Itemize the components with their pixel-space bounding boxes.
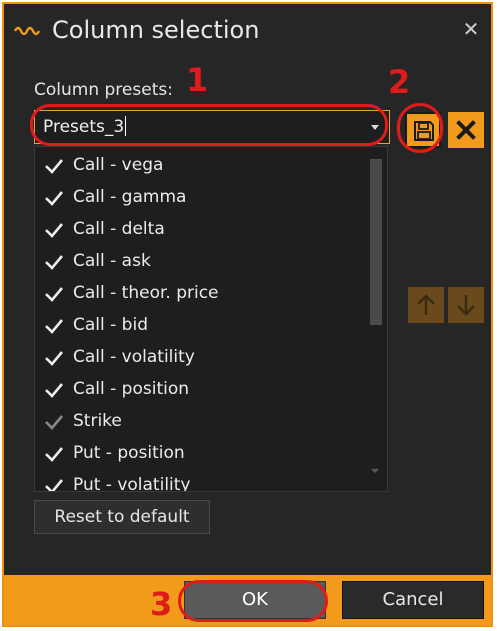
checkmark-icon[interactable] — [44, 189, 64, 207]
checkmark-icon[interactable] — [44, 381, 64, 399]
column-list-item[interactable]: Call - ask — [35, 245, 365, 277]
annotation-number-1: 1 — [186, 61, 209, 99]
checkmark-icon[interactable] — [44, 221, 64, 239]
column-label: Call - ask — [73, 251, 151, 271]
column-label: Strike — [73, 411, 122, 431]
checkmark-icon[interactable] — [44, 477, 64, 492]
checkmark-icon[interactable] — [44, 253, 64, 271]
column-label: Put - position — [73, 443, 185, 463]
column-selection-dialog: Column selection ✕ Column presets: Prese… — [2, 2, 493, 627]
column-list-item[interactable]: Call - bid — [35, 309, 365, 341]
column-label: Put - volatility — [73, 475, 191, 492]
column-label: Call - vega — [73, 155, 164, 175]
column-presets-label: Column presets: — [34, 80, 173, 100]
annotation-ring-presets — [30, 104, 388, 146]
annotation-ring-save — [397, 103, 443, 153]
column-list-item[interactable]: Call - delta — [35, 213, 365, 245]
column-label: Call - volatility — [73, 347, 195, 367]
checkmark-icon[interactable] — [44, 413, 64, 431]
list-scrollbar[interactable] — [367, 147, 387, 491]
column-label: Call - theor. price — [73, 283, 219, 303]
arrow-up-icon — [417, 294, 435, 315]
move-up-button[interactable] — [408, 287, 444, 323]
dialog-title: Column selection — [52, 16, 260, 44]
column-label: Call - delta — [73, 219, 165, 239]
arrow-down-icon — [457, 295, 475, 316]
checkmark-icon[interactable] — [44, 317, 64, 335]
column-list-item[interactable]: Put - volatility — [35, 469, 365, 492]
delete-preset-button[interactable] — [448, 112, 484, 148]
checkmark-icon[interactable] — [44, 157, 64, 175]
reset-to-default-button[interactable]: Reset to default — [34, 500, 210, 534]
checkmark-icon[interactable] — [44, 445, 64, 463]
scroll-thumb[interactable] — [370, 159, 382, 325]
column-label: Call - position — [73, 379, 190, 399]
wave-icon — [14, 26, 40, 36]
column-list-item[interactable]: Call - theor. price — [35, 277, 365, 309]
column-list-item[interactable]: Call - position — [35, 373, 365, 405]
column-label: Call - gamma — [73, 187, 187, 207]
checkmark-icon[interactable] — [44, 285, 64, 303]
annotation-number-2: 2 — [388, 63, 411, 101]
column-list[interactable]: Call - vega Call - gamma Call - delta Call … — [34, 146, 388, 492]
column-list-item[interactable]: Put - position — [35, 437, 365, 469]
annotation-ring-ok — [178, 580, 328, 622]
scroll-down-icon[interactable] — [371, 469, 379, 473]
column-list-item[interactable]: Call - volatility — [35, 341, 365, 373]
column-list-item[interactable]: Call - gamma — [35, 181, 365, 213]
title-bar[interactable]: Column selection ✕ — [4, 4, 491, 56]
annotation-number-3: 3 — [150, 585, 173, 623]
cancel-button[interactable]: Cancel — [342, 581, 484, 619]
column-label: Call - bid — [73, 315, 148, 335]
close-button[interactable]: ✕ — [460, 18, 482, 40]
checkmark-icon[interactable] — [44, 349, 64, 367]
column-list-item[interactable]: Call - vega — [35, 149, 365, 181]
delete-icon — [456, 120, 476, 140]
close-icon: ✕ — [462, 17, 480, 41]
move-down-button[interactable] — [448, 287, 484, 323]
column-list-item[interactable]: Strike — [35, 405, 365, 437]
